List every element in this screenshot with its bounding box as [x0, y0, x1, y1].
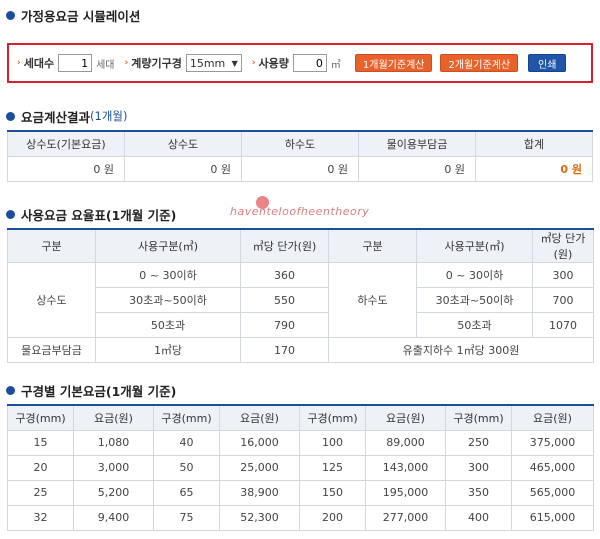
households-input[interactable] — [58, 54, 93, 72]
rate-cell: 50초과 — [416, 312, 533, 338]
households-label: › 세대수 — [17, 57, 55, 70]
result-value: 0 원 — [241, 155, 359, 182]
usage-label: › 사용량 — [251, 57, 289, 70]
usage-unit: ㎥ — [330, 59, 341, 71]
calculator-form: ›세대수 세대 ›계량기구경 15mm▼ ›사용량 ㎥ 1개월기준계산 2개월기… — [7, 43, 593, 83]
rate-cell: 700 — [532, 287, 594, 313]
rate-header: ㎥당 단가(원) — [240, 228, 329, 263]
rate-cell: 170 — [240, 337, 329, 363]
meter-label: › 계량기구경 — [124, 57, 182, 70]
sewer-label: 하수도 — [328, 262, 417, 338]
result-header: 하수도 — [241, 130, 359, 157]
arrow-icon: › — [251, 58, 256, 68]
bullet-icon — [6, 385, 15, 395]
watermark: haventeloofheentheory — [230, 205, 370, 218]
water-label: 상수도 — [7, 262, 96, 338]
result-header: 상수도 — [124, 130, 242, 157]
bullet-icon — [6, 111, 15, 121]
result-table: 상수도(기본요금) 상수도 하수도 물이용부담금 합계 0 원 0 원 0 원 … — [7, 130, 593, 182]
usage-input[interactable] — [292, 54, 327, 72]
rate-cell: 300 — [532, 262, 594, 288]
meter-select[interactable]: 15mm ▼ — [185, 54, 242, 72]
calc-1month-button[interactable]: 1개월기준계산 — [354, 54, 433, 72]
table-row: 15 1,080 40 16,000 100 89,000 250 375,000 — [7, 429, 594, 456]
rate-header: 구분 — [7, 228, 96, 263]
base-header: 요금(원) — [511, 404, 594, 431]
bullet-icon — [6, 209, 15, 219]
base-table: 구경(mm) 요금(원) 구경(mm) 요금(원) 구경(mm) 요금(원) 구… — [7, 404, 594, 531]
caret-down-icon: ▼ — [231, 58, 238, 68]
table-row: 32 9,400 75 52,300 200 277,000 400 615,000 — [7, 504, 594, 531]
result-value: 0 원 — [7, 155, 125, 182]
rate-cell: 50초과 — [95, 312, 241, 338]
rate-cell: 1070 — [532, 312, 594, 338]
base-header: 요금(원) — [365, 404, 446, 431]
arrow-icon: › — [124, 58, 129, 68]
arrow-icon: › — [17, 58, 21, 68]
result-header: 상수도(기본요금) — [7, 130, 125, 157]
base-header: 요금(원) — [73, 404, 154, 431]
result-value: 0 원 — [124, 155, 242, 182]
table-row: 20 3,000 50 25,000 125 143,000 300 465,000 — [7, 454, 594, 481]
rate-cell: 30초과~50이하 — [95, 287, 241, 313]
rate-cell: 0 ~ 30이하 — [416, 262, 533, 288]
bullet-icon — [6, 10, 15, 20]
charge-label: 물요금부담금 — [7, 337, 96, 363]
result-total: 0 원 — [475, 155, 593, 182]
result-header: 물이용부담금 — [358, 130, 476, 157]
rate-table: 구분 사용구분(㎥) ㎥당 단가(원) 구분 사용구분(㎥) ㎥당 단가(원) … — [7, 228, 594, 363]
base-header: 요금(원) — [219, 404, 300, 431]
rate-header: ㎥당 단가(원) — [532, 228, 594, 263]
table-row: 25 5,200 65 38,900 150 195,000 350 565,000 — [7, 479, 594, 506]
base-header: 구경(mm) — [299, 404, 366, 431]
result-value: 0 원 — [358, 155, 476, 182]
rate-cell: 550 — [240, 287, 329, 313]
groundwater-note: 유출지하수 1㎥당 300원 — [328, 337, 594, 363]
rate-header: 사용구분(㎥) — [416, 228, 533, 263]
base-header: 구경(mm) — [445, 404, 512, 431]
rate-header: 구분 — [328, 228, 417, 263]
rate-cell: 0 ~ 30이하 — [95, 262, 241, 288]
rate-title: 사용요금 요율표(1개월 기준) — [6, 205, 176, 223]
households-unit: 세대 — [96, 59, 115, 71]
rate-cell: 1㎥당 — [95, 337, 241, 363]
base-header: 구경(mm) — [153, 404, 220, 431]
result-title: 요금계산결과 (1개월) — [6, 107, 127, 125]
result-header: 합계 — [475, 130, 593, 157]
simulation-title: 가정용요금 시뮬레이션 — [6, 6, 140, 24]
rate-cell: 360 — [240, 262, 329, 288]
print-button[interactable]: 인쇄 — [528, 54, 567, 72]
rate-cell: 30초과~50이하 — [416, 287, 533, 313]
rate-cell: 790 — [240, 312, 329, 338]
base-header: 구경(mm) — [7, 404, 74, 431]
rate-header: 사용구분(㎥) — [95, 228, 241, 263]
base-title: 구경별 기본요금(1개월 기준) — [6, 381, 176, 399]
calc-2month-button[interactable]: 2개월기준계산 — [440, 54, 519, 72]
